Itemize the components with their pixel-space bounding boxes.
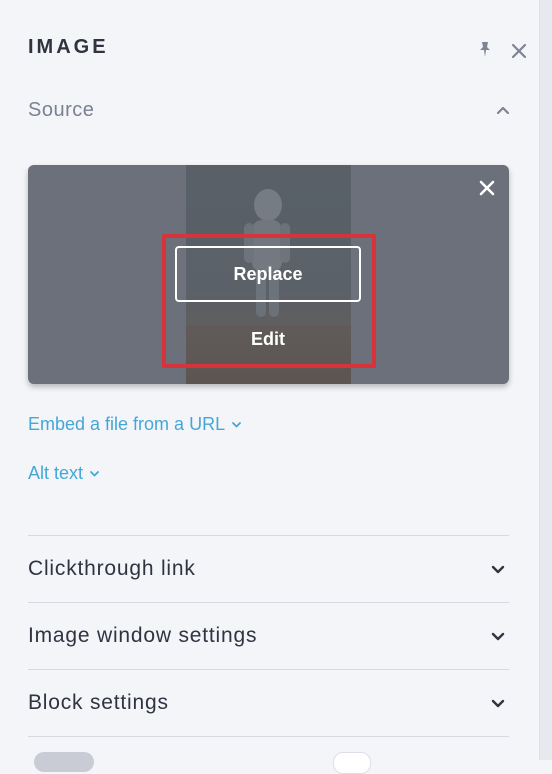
section-label: Block settings bbox=[28, 691, 169, 714]
close-icon[interactable] bbox=[509, 41, 529, 61]
source-label: Source bbox=[28, 98, 95, 121]
chevron-down-icon[interactable] bbox=[489, 694, 507, 712]
chevron-down-icon bbox=[232, 422, 241, 428]
pin-icon[interactable] bbox=[475, 40, 495, 60]
toggle-switch[interactable] bbox=[34, 752, 94, 772]
embed-url-link[interactable]: Embed a file from a URL bbox=[28, 414, 242, 435]
replace-button[interactable]: Replace bbox=[175, 246, 361, 302]
panel-scroll-edge bbox=[539, 0, 552, 760]
remove-image-icon[interactable] bbox=[477, 178, 497, 198]
chevron-up-icon[interactable] bbox=[494, 101, 512, 119]
section-block-settings[interactable]: Block settings bbox=[28, 669, 509, 736]
chevron-down-icon[interactable] bbox=[489, 627, 507, 645]
section-clickthrough-link[interactable]: Clickthrough link bbox=[28, 535, 509, 602]
chevron-down-icon[interactable] bbox=[489, 560, 507, 578]
alt-text-label: Alt text bbox=[28, 463, 84, 483]
embed-url-label: Embed a file from a URL bbox=[28, 414, 226, 434]
chevron-down-icon bbox=[90, 471, 99, 477]
panel-title: IMAGE bbox=[28, 36, 109, 58]
section-divider bbox=[28, 736, 509, 737]
source-section-header[interactable]: Source bbox=[28, 96, 512, 124]
section-image-window-settings[interactable]: Image window settings bbox=[28, 602, 509, 669]
edit-button[interactable]: Edit bbox=[175, 318, 361, 360]
alt-text-link[interactable]: Alt text bbox=[28, 463, 100, 484]
toggle-knob[interactable] bbox=[333, 752, 371, 774]
section-label: Clickthrough link bbox=[28, 557, 196, 580]
section-label: Image window settings bbox=[28, 624, 258, 647]
